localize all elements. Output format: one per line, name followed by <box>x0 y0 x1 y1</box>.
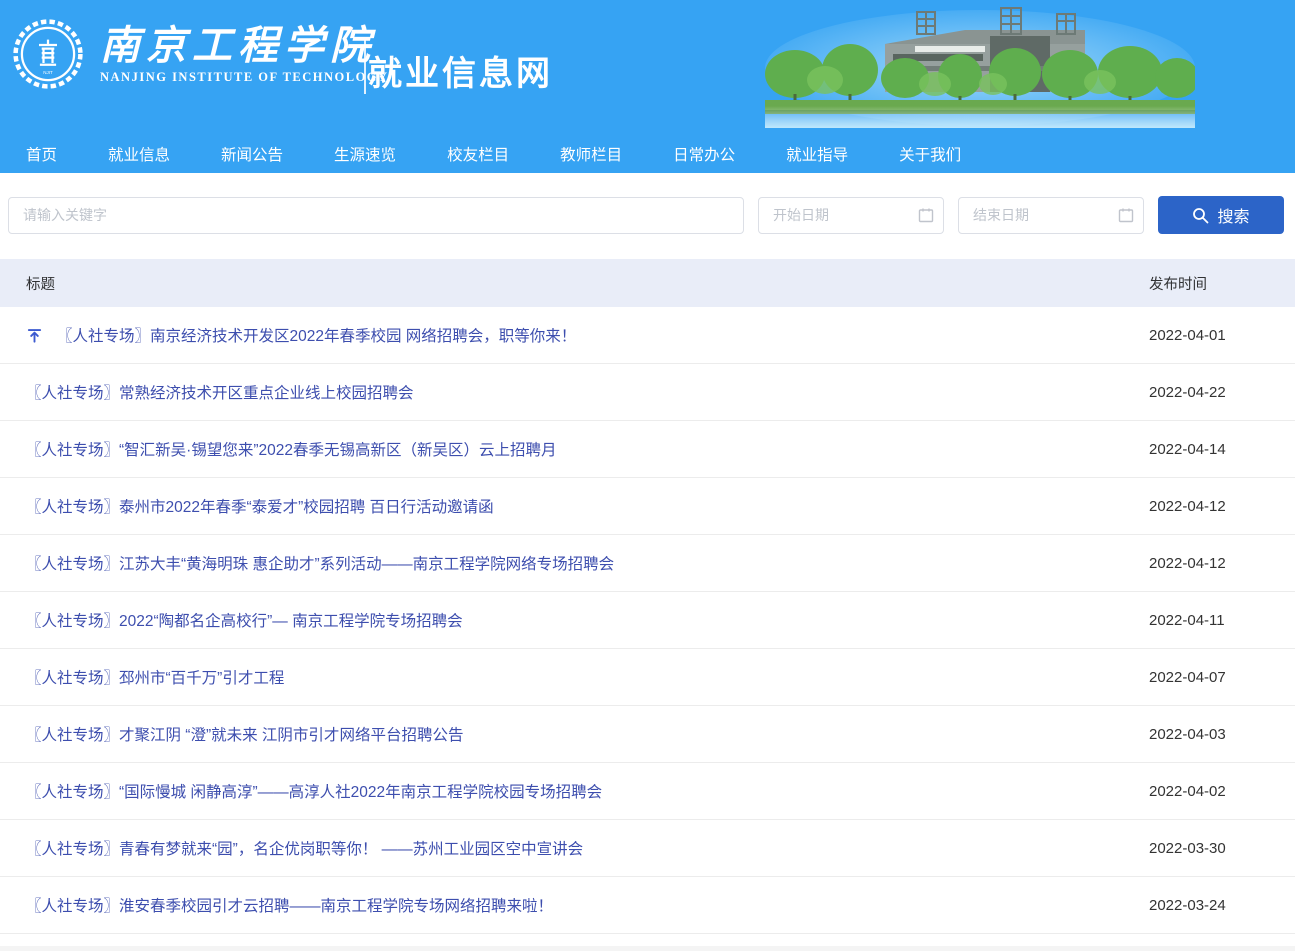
list-item[interactable]: 〖人社专场〗泰州市2022年春季“泰爱才”校园招聘 百日行活动邀请函 2022-… <box>0 478 1295 535</box>
publish-date: 2022-03-24 <box>1149 897 1269 914</box>
svg-text:NJIT: NJIT <box>43 70 53 75</box>
announcement-title: 〖人社专场〗2022“陶都名企高校行”— 南京工程学院专场招聘会 <box>26 609 463 631</box>
list-item[interactable]: 〖人社专场〗江苏大丰“黄海明珠 惠企助才”系列活动——南京工程学院网络专场招聘会… <box>0 535 1295 592</box>
announcement-title: 〖人社专场〗“国际慢城 闲静高淳”——高淳人社2022年南京工程学院校园专场招聘… <box>26 780 602 802</box>
main-nav: 首页 就业信息 新闻公告 生源速览 校友栏目 教师栏目 日常办公 就业指导 关于… <box>0 134 1295 173</box>
list-item[interactable]: 〖人社专场〗才聚江阴 “澄”就未来 江阴市引才网络平台招聘公告 2022-04-… <box>0 706 1295 763</box>
start-date-input[interactable] <box>758 197 944 234</box>
date-column-header: 发布时间 <box>1149 273 1269 294</box>
brand[interactable]: NJIT 南京工程学院 NANJING INSTITUTE OF TECHNOL… <box>12 18 389 90</box>
announcement-link[interactable]: 〖人社专场〗江苏大丰“黄海明珠 惠企助才”系列活动——南京工程学院网络专场招聘会 <box>26 552 614 574</box>
announcement-title: 〖人社专场〗青春有梦就来“园”，名企优岗职等你！ ——苏州工业园区空中宣讲会 <box>26 837 583 859</box>
announcement-link[interactable]: 〖人社专场〗淮安春季校园引才云招聘——南京工程学院专场网络招聘来啦！ <box>26 894 553 916</box>
announcement-link[interactable]: 〖人社专场〗常熟经济技术开区重点企业线上校园招聘会 <box>26 381 414 403</box>
nav-item-teachers[interactable]: 教师栏目 <box>560 143 622 165</box>
announcement-title: 〖人社专场〗才聚江阴 “澄”就未来 江阴市引才网络平台招聘公告 <box>26 723 463 745</box>
nav-item-student-source[interactable]: 生源速览 <box>334 143 396 165</box>
list-item[interactable]: 〖人社专场〗2022“陶都名企高校行”— 南京工程学院专场招聘会 2022-04… <box>0 592 1295 649</box>
announcement-link[interactable]: 〖人社专场〗邳州市“百千万”引才工程 <box>26 666 284 688</box>
publish-date: 2022-03-30 <box>1149 840 1269 857</box>
campus-photo <box>765 6 1195 128</box>
announcement-link[interactable]: 〖人社专场〗青春有梦就来“园”，名企优岗职等你！ ——苏州工业园区空中宣讲会 <box>26 837 583 859</box>
publish-date: 2022-04-22 <box>1149 384 1269 401</box>
announcement-list: 标题 发布时间 〖人社专场〗南京经济技术开发区2022年春季校园 网络招聘会，职… <box>0 259 1295 951</box>
announcement-link[interactable]: 〖人社专场〗才聚江阴 “澄”就未来 江阴市引才网络平台招聘公告 <box>26 723 463 745</box>
announcement-title: 〖人社专场〗泰州市2022年春季“泰爱才”校园招聘 百日行活动邀请函 <box>26 495 494 517</box>
announcement-title: 〖人社专场〗江苏大丰“黄海明珠 惠企助才”系列活动——南京工程学院网络专场招聘会 <box>26 552 614 574</box>
publish-date: 2022-04-12 <box>1149 498 1269 515</box>
announcement-link[interactable]: 〖人社专场〗泰州市2022年春季“泰爱才”校园招聘 百日行活动邀请函 <box>26 495 494 517</box>
announcement-link[interactable]: 〖人社专场〗2022“陶都名企高校行”— 南京工程学院专场招聘会 <box>26 609 463 631</box>
publish-date: 2022-04-14 <box>1149 441 1269 458</box>
list-item[interactable]: 〖人社专场〗常熟经济技术开区重点企业线上校园招聘会 2022-04-22 <box>0 364 1295 421</box>
publish-date: 2022-04-01 <box>1149 327 1269 344</box>
search-icon <box>1192 207 1209 224</box>
nav-item-career-guidance[interactable]: 就业指导 <box>786 143 848 165</box>
publish-date: 2022-04-12 <box>1149 555 1269 572</box>
publish-date: 2022-04-02 <box>1149 783 1269 800</box>
search-button-label: 搜索 <box>1217 203 1249 227</box>
announcement-title: 〖人社专场〗“智汇新吴·锡望您来”2022春季无锡高新区（新吴区）云上招聘月 <box>26 438 556 460</box>
nav-item-home[interactable]: 首页 <box>26 143 57 165</box>
search-button[interactable]: 搜索 <box>1158 196 1284 234</box>
list-header: 标题 发布时间 <box>0 259 1295 307</box>
end-date-input[interactable] <box>958 197 1144 234</box>
nav-item-news[interactable]: 新闻公告 <box>221 143 283 165</box>
university-seal-icon: NJIT <box>12 18 84 90</box>
list-item[interactable]: 〖人社专场〗邳州市“百千万”引才工程 2022-04-07 <box>0 649 1295 706</box>
university-name-cn: 南京工程学院 <box>100 24 389 68</box>
list-item[interactable]: 〖人社专场〗淮安春季校园引才云招聘——南京工程学院专场网络招聘来啦！ 2022-… <box>0 877 1295 934</box>
nav-item-alumni[interactable]: 校友栏目 <box>447 143 509 165</box>
list-item[interactable]: 〖人社专场〗南京经济技术开发区2022年春季校园 网络招聘会，职等你来！ 202… <box>0 307 1295 364</box>
keyword-input[interactable] <box>8 197 744 234</box>
announcement-title: 〖人社专场〗邳州市“百千万”引才工程 <box>26 666 284 688</box>
announcement-link[interactable]: 〖人社专场〗南京经济技术开发区2022年春季校园 网络招聘会，职等你来！ <box>26 324 576 346</box>
search-bar: 搜索 <box>0 173 1295 234</box>
title-column-header: 标题 <box>26 273 55 294</box>
site-name: 就业信息网 <box>368 46 553 109</box>
next-section-edge <box>0 946 1295 951</box>
pin-top-icon <box>26 327 43 344</box>
announcement-link[interactable]: 〖人社专场〗“国际慢城 闲静高淳”——高淳人社2022年南京工程学院校园专场招聘… <box>26 780 602 802</box>
publish-date: 2022-04-11 <box>1149 612 1269 629</box>
announcement-title: 〖人社专场〗南京经济技术开发区2022年春季校园 网络招聘会，职等你来！ <box>57 324 576 346</box>
list-item[interactable]: 〖人社专场〗“国际慢城 闲静高淳”——高淳人社2022年南京工程学院校园专场招聘… <box>0 763 1295 820</box>
nav-item-daily-office[interactable]: 日常办公 <box>673 143 735 165</box>
announcement-link[interactable]: 〖人社专场〗“智汇新吴·锡望您来”2022春季无锡高新区（新吴区）云上招聘月 <box>26 438 556 460</box>
site-header: NJIT 南京工程学院 NANJING INSTITUTE OF TECHNOL… <box>0 0 1295 134</box>
nav-item-about-us[interactable]: 关于我们 <box>899 143 961 165</box>
announcement-title: 〖人社专场〗常熟经济技术开区重点企业线上校园招聘会 <box>26 381 414 403</box>
list-item[interactable]: 〖人社专场〗“智汇新吴·锡望您来”2022春季无锡高新区（新吴区）云上招聘月 2… <box>0 421 1295 478</box>
publish-date: 2022-04-03 <box>1149 726 1269 743</box>
nav-item-employment-info[interactable]: 就业信息 <box>108 143 170 165</box>
university-name-en: NANJING INSTITUTE OF TECHNOLOGY <box>100 70 389 85</box>
publish-date: 2022-04-07 <box>1149 669 1269 686</box>
list-item[interactable]: 〖人社专场〗青春有梦就来“园”，名企优岗职等你！ ——苏州工业园区空中宣讲会 2… <box>0 820 1295 877</box>
announcement-title: 〖人社专场〗淮安春季校园引才云招聘——南京工程学院专场网络招聘来啦！ <box>26 894 553 916</box>
